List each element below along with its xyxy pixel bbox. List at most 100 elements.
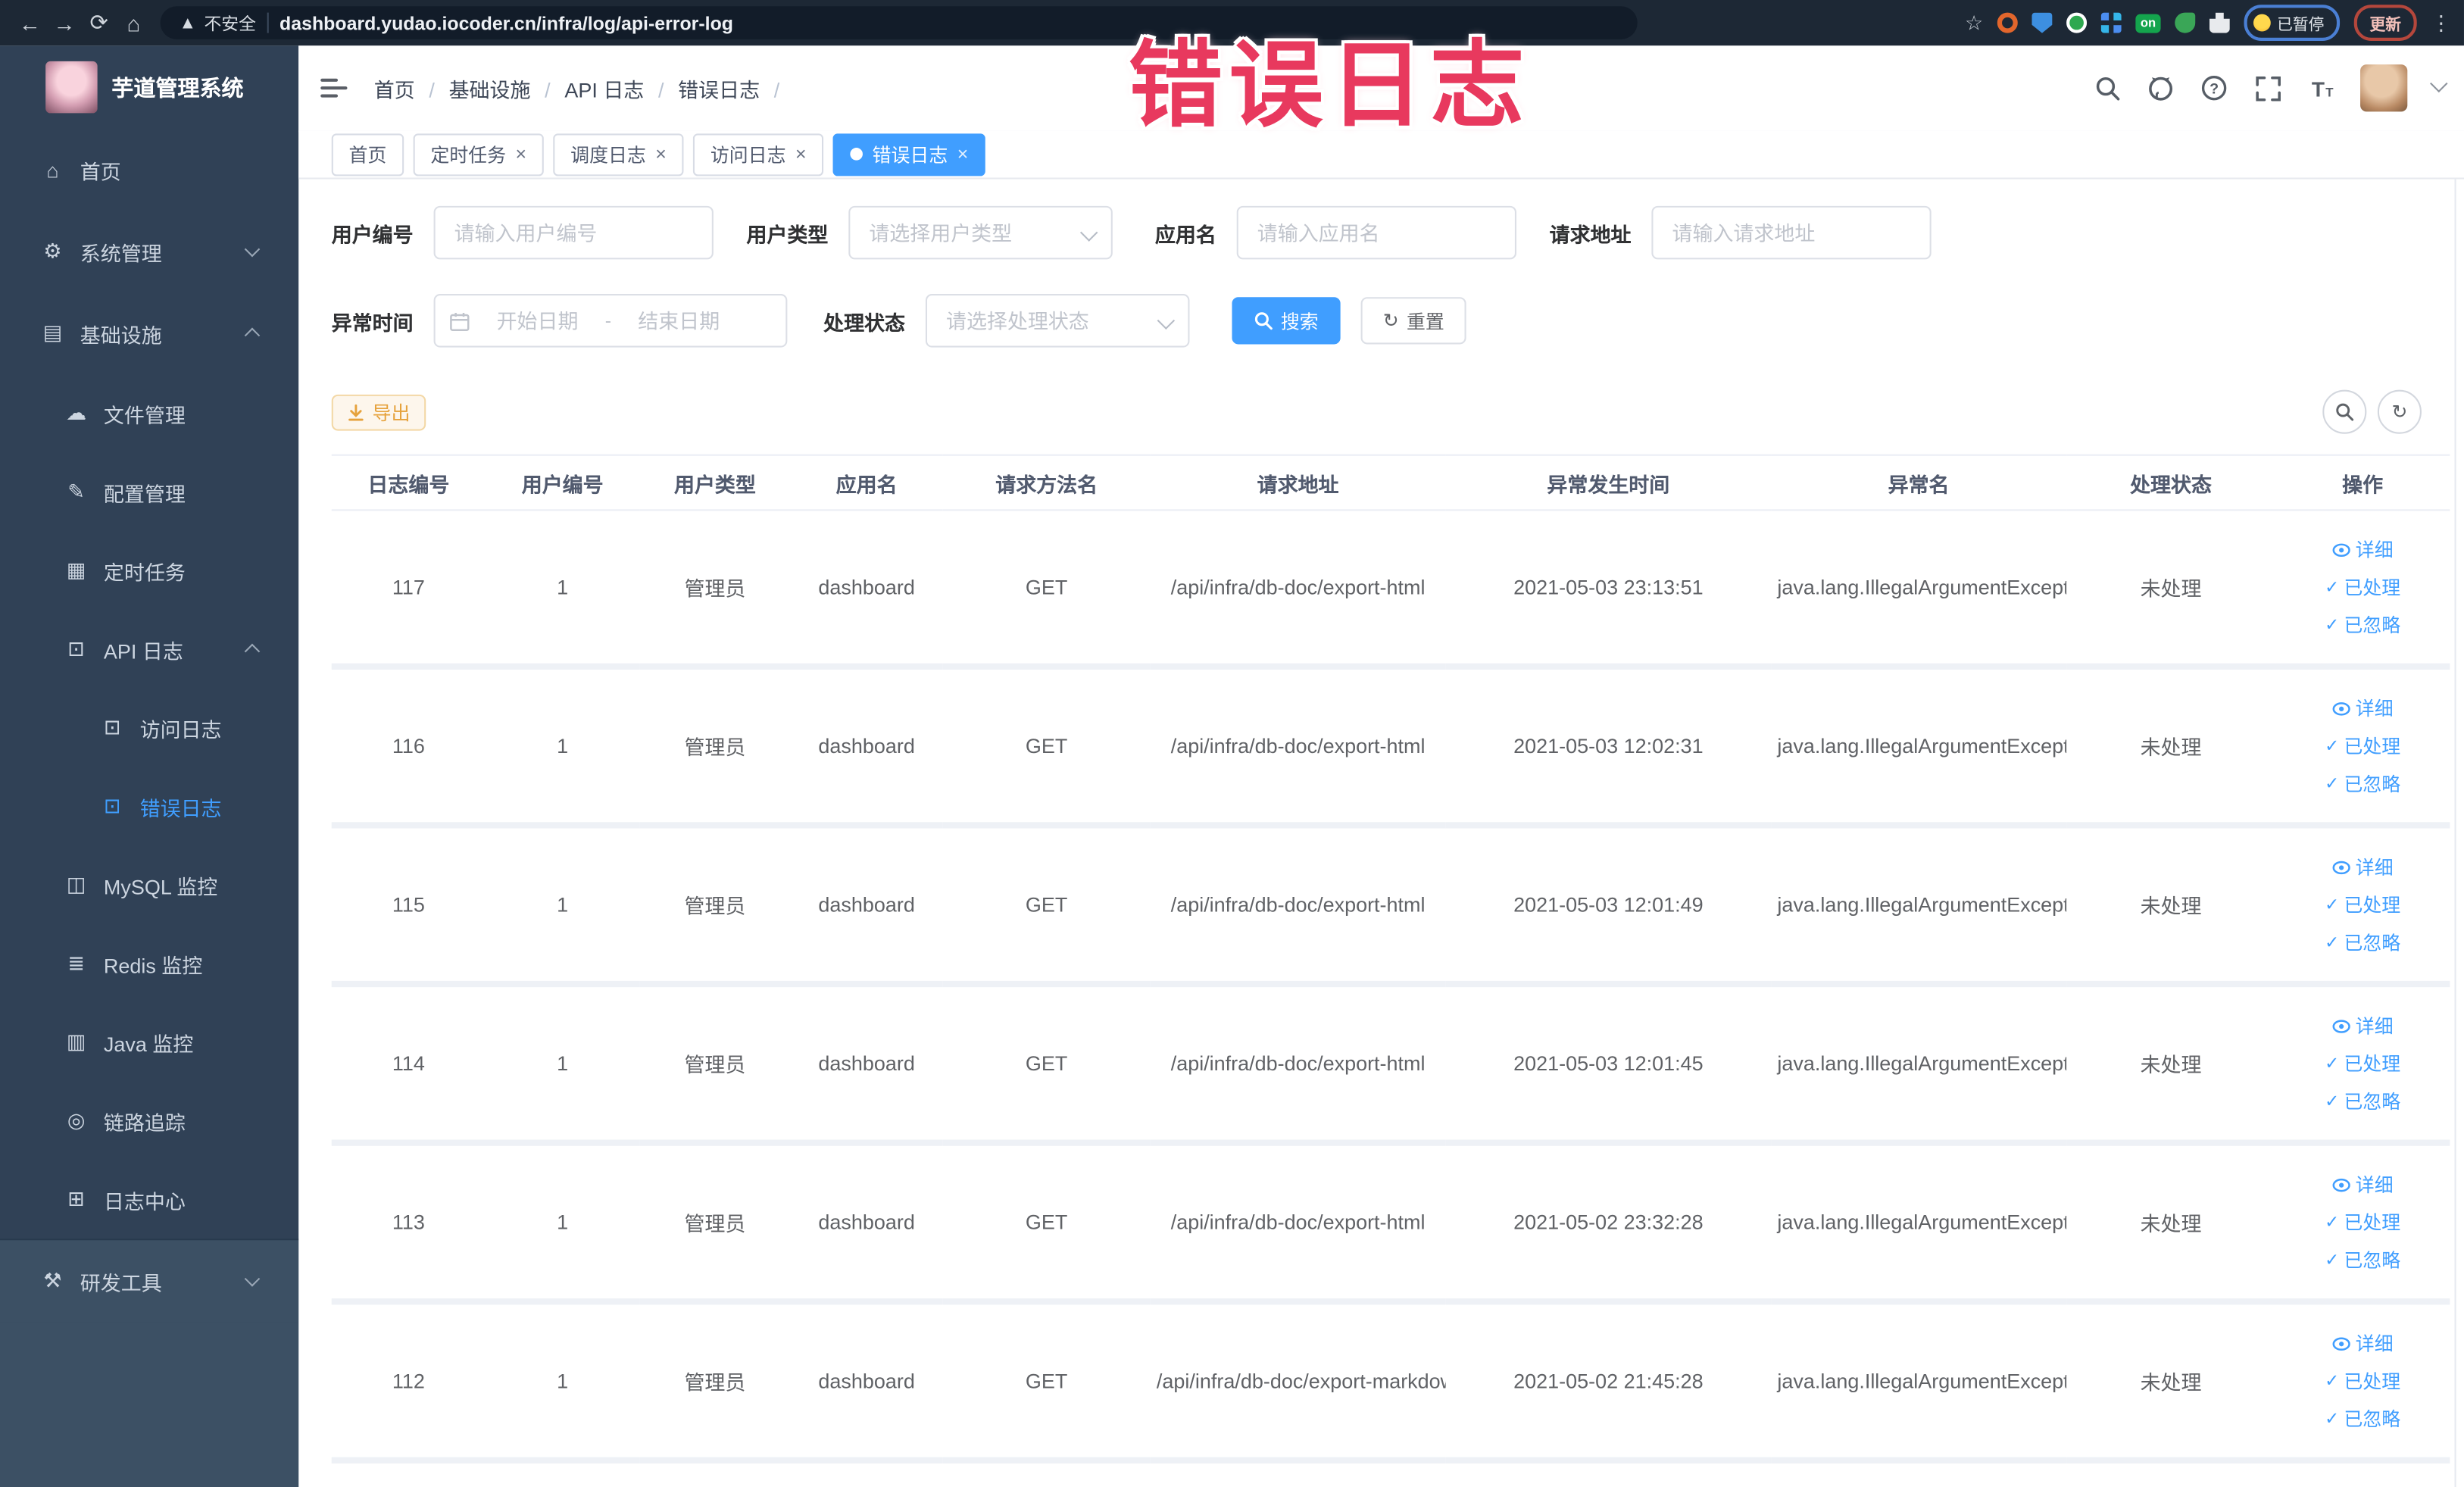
mark-processed-link[interactable]: ✓ 已处理 [2325,1050,2400,1076]
exception-time-range-picker[interactable]: - [433,294,788,348]
extension-green-icon[interactable] [2066,12,2088,33]
page-tab[interactable]: 调度日志 × [553,133,684,176]
app-name-input[interactable] [1236,205,1517,260]
sidebar-item[interactable]: ◫ MySQL 监控 [0,845,298,924]
search-button[interactable]: 搜索 [1232,297,1341,345]
mark-ignored-link[interactable]: ✓ 已忽略 [2325,929,2400,955]
detail-link[interactable]: 详细 [2332,695,2394,721]
mark-processed-link[interactable]: ✓ 已处理 [2325,892,2400,918]
check-icon: ✓ [2325,895,2340,915]
cell-exception-time: 2021-05-02 21:45:28 [1445,1301,1772,1464]
user-menu-caret-icon[interactable] [2430,74,2448,93]
page-tab[interactable]: 访问日志 × [693,133,824,176]
browser-menu-icon[interactable]: ⋮ [2431,10,2451,35]
security-chip[interactable]: ▲ 不安全 [180,10,256,35]
sidebar-item[interactable]: ⊡ 访问日志 [0,689,298,767]
process-status-select-input[interactable] [926,294,1190,348]
cell-exception-time: 2021-05-03 12:02:31 [1445,666,1772,829]
page-tab[interactable]: 错误日志 × [832,133,986,176]
sidebar-item[interactable]: ⊡ API 日志 [0,610,298,689]
address-bar[interactable]: ▲ 不安全 dashboard.yudao.iocoder.cn/infra/l… [160,6,1638,39]
sidebar-item[interactable]: ▥ Java 监控 [0,1003,298,1082]
request-url-input[interactable] [1651,205,1932,260]
export-button[interactable]: 导出 [331,393,426,430]
home-icon[interactable]: ⌂ [117,10,151,35]
detail-link[interactable]: 详细 [2332,1012,2394,1039]
bookmark-star-icon[interactable]: ☆ [1965,10,1983,35]
sidebar-item[interactable]: ✎ 配置管理 [0,453,298,532]
breadcrumb-item[interactable]: 首页 [374,73,435,102]
cell-request-url: /api/infra/db-doc/export-html [1150,825,1446,988]
browser-right-controls: ☆ on 已暂停 更新 ⋮ [1965,5,2451,41]
reset-button[interactable]: ↻ 重置 [1360,297,1466,345]
detail-link[interactable]: 详细 [2332,536,2394,563]
mark-processed-link[interactable]: ✓ 已处理 [2325,573,2400,600]
detail-link[interactable]: 详细 [2332,1171,2394,1198]
user-avatar[interactable] [2360,64,2408,112]
mark-processed-link[interactable]: ✓ 已处理 [2325,1367,2400,1394]
user-type-select[interactable] [848,205,1113,260]
search-icon[interactable] [2093,74,2121,102]
detail-link[interactable]: 详细 [2332,854,2394,880]
sidebar-item[interactable]: ◎ 链路追踪 [0,1082,298,1161]
mark-ignored-link[interactable]: ✓ 已忽略 [2325,770,2400,797]
refresh-table-icon[interactable]: ↻ [2377,389,2422,434]
sidebar-item[interactable]: ⊡ 错误日志 [0,767,298,846]
breadcrumb-item[interactable]: 错误日志 [678,73,779,102]
fullscreen-icon[interactable] [2253,74,2281,102]
mark-processed-link[interactable]: ✓ 已处理 [2325,1209,2400,1236]
sidebar-item[interactable]: ⌂ 首页 [0,129,298,211]
app-header: 首页基础设施 API 日志错误日志 ? TT [298,45,2464,133]
sidebar-item[interactable]: ▤ 基础设施 [0,292,298,374]
process-status-select[interactable] [926,294,1190,348]
forward-icon[interactable]: → [47,10,82,35]
tab-close-icon[interactable]: × [795,145,807,164]
sidebar-item[interactable]: ≣ Redis 监控 [0,924,298,1003]
devtools-icon: ⚒ [43,1268,62,1292]
app-logo-row[interactable]: 芋道管理系统 [0,45,298,120]
extension-shield-icon[interactable] [2031,12,2053,33]
scrollbar-track[interactable] [2454,179,2456,1487]
tab-close-icon[interactable]: × [655,145,667,164]
extension-grid-icon[interactable] [2100,12,2122,33]
extensions-puzzle-icon[interactable] [2209,12,2230,33]
cell-user-type: 管理员 [639,1142,791,1305]
breadcrumb-item[interactable]: 基础设施 [449,73,551,102]
detail-link[interactable]: 详细 [2332,1330,2394,1357]
mark-processed-label: 已处理 [2344,1370,2401,1393]
extension-orange-icon[interactable] [1997,12,2018,33]
sidebar-item[interactable]: ⚒ 研发工具 [0,1239,299,1323]
update-button[interactable]: 更新 [2353,5,2417,41]
mark-ignored-link[interactable]: ✓ 已忽略 [2325,1088,2400,1114]
user-id-input[interactable] [433,205,714,260]
user-type-select-input[interactable] [848,205,1113,260]
reload-icon[interactable]: ⟳ [82,9,117,36]
exception-time-label: 异常时间 [331,310,414,334]
sidebar-item[interactable]: ⚙ 系统管理 [0,211,298,292]
sidebar-item[interactable]: ▦ 定时任务 [0,531,298,610]
collapse-menu-icon[interactable] [320,78,348,98]
api-log-icon: ⊡ [67,636,85,661]
tab-close-icon[interactable]: × [516,145,527,164]
breadcrumb-item[interactable]: API 日志 [564,73,664,102]
sidebar-item[interactable]: ☁ 文件管理 [0,374,298,453]
extension-leaf-icon[interactable] [2175,12,2196,33]
tab-close-icon[interactable]: × [957,145,969,164]
back-icon[interactable]: ← [13,10,48,35]
mark-processed-link[interactable]: ✓ 已处理 [2325,733,2400,759]
mark-ignored-link[interactable]: ✓ 已忽略 [2325,611,2400,638]
start-date-input[interactable] [476,307,599,334]
end-date-input[interactable] [617,307,741,334]
github-icon[interactable] [2147,74,2175,102]
paused-badge[interactable]: 已暂停 [2244,5,2341,41]
toggle-search-icon[interactable] [2322,389,2367,434]
sidebar-item[interactable]: ⊞ 日志中心 [0,1160,298,1239]
page-tab[interactable]: 首页 [331,133,404,176]
mark-ignored-link[interactable]: ✓ 已忽略 [2325,1405,2400,1432]
font-size-icon[interactable]: TT [2307,74,2335,102]
page-tab[interactable]: 定时任务 × [413,133,544,176]
mark-ignored-link[interactable]: ✓ 已忽略 [2325,1247,2400,1273]
help-icon[interactable]: ? [2200,74,2228,102]
url-text[interactable]: dashboard.yudao.iocoder.cn/infra/log/api… [280,12,733,34]
extension-on-badge[interactable]: on [2135,13,2161,33]
